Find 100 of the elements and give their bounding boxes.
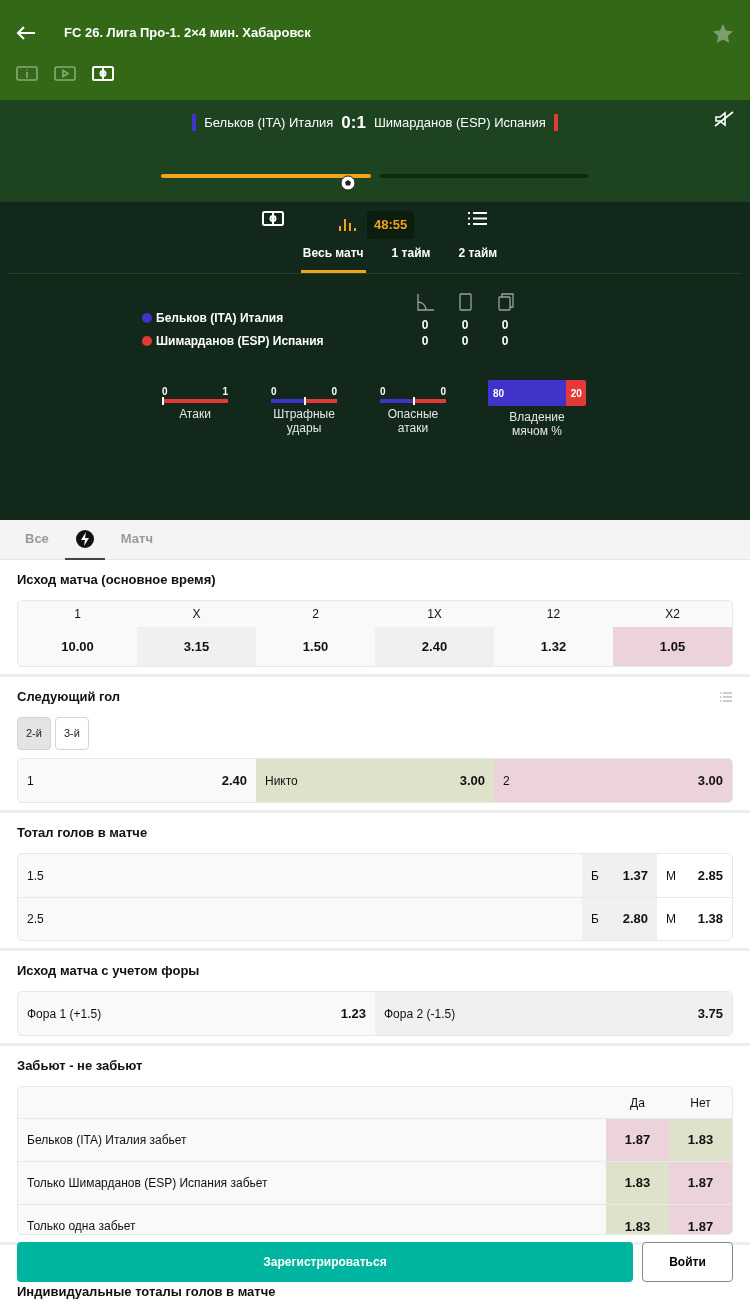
- odds-cell[interactable]: 2.40: [375, 627, 494, 666]
- market-title: Исход матча (основное время): [17, 572, 216, 588]
- bar-chart-icon[interactable]: [337, 216, 359, 233]
- market-title: Тотал голов в матче: [17, 825, 148, 841]
- cards-icon: [495, 292, 515, 312]
- odds-value: 2.80: [622, 910, 648, 929]
- odds-cell[interactable]: 1.87: [606, 1119, 669, 1161]
- stat-value: 0: [420, 332, 430, 350]
- odds-cell[interactable]: 10.00: [18, 627, 137, 666]
- outcome-label: Фора 2 (-1.5): [384, 1005, 456, 1023]
- outcome-label: 2: [311, 606, 320, 623]
- stat-label: Опасные атаки: [386, 407, 440, 436]
- market-title: Забьют - не забьют: [17, 1058, 143, 1074]
- odds-cell[interactable]: 1.83: [669, 1119, 732, 1161]
- odds-value: 1.23: [340, 1004, 366, 1023]
- odds-value: 1.37: [622, 866, 648, 885]
- page-title: FC 26. Лига Про-1. 2×4 мин. Хабаровск: [64, 24, 312, 43]
- outcome-label: 2: [503, 772, 510, 790]
- outcome-label: 1: [73, 606, 82, 623]
- possession-away: 20: [570, 386, 582, 401]
- odds-value: 1.38: [697, 910, 723, 929]
- odds-value: 3.00: [697, 771, 723, 790]
- odds-cell[interactable]: Б 2.80: [582, 898, 657, 940]
- odds-cell[interactable]: 1.83: [606, 1205, 669, 1234]
- team-name: Бельков (ITA) Италия: [204, 114, 334, 132]
- stat-label: Штрафные удары: [272, 407, 336, 436]
- stat-value: 0: [500, 316, 510, 334]
- muted-speaker-icon[interactable]: [714, 111, 734, 127]
- outcome-label: Фора 1 (+1.5): [27, 1005, 102, 1023]
- team-name: Шимарданов (ESP) Испания: [156, 332, 324, 350]
- over-label: Б: [591, 867, 599, 885]
- outcome-label: 1: [27, 772, 34, 790]
- odds-cell[interactable]: М 2.85: [657, 854, 732, 897]
- field-icon[interactable]: [262, 211, 284, 227]
- stat-number: 1: [222, 385, 228, 399]
- stat-number: 0: [162, 385, 168, 399]
- odds-cell[interactable]: Никто 3.00: [256, 759, 494, 802]
- match-timer: 48:55: [367, 211, 415, 239]
- outcome-label: Только одна забьет: [26, 1218, 137, 1233]
- odds-cell[interactable]: Фора 1 (+1.5) 1.23: [18, 992, 375, 1035]
- odds-cell[interactable]: 1.87: [669, 1162, 732, 1204]
- market-title: Следующий гол: [17, 689, 121, 705]
- column-header: Да: [629, 1094, 646, 1112]
- total-line: 2.5: [26, 911, 45, 928]
- total-line: 1.5: [26, 867, 45, 885]
- period-tab[interactable]: 2 тайм: [456, 236, 500, 273]
- column-header: Нет: [689, 1094, 712, 1112]
- field-tab-icon[interactable]: [92, 66, 114, 81]
- goal-option[interactable]: 3-й: [54, 717, 89, 750]
- stat-number: 0: [331, 385, 337, 399]
- stat-number: 0: [440, 385, 446, 399]
- list-icon[interactable]: [467, 211, 489, 227]
- outcome-label: Бельков (ITA) Италия забьет: [26, 1132, 188, 1149]
- odds-cell[interactable]: 1.32: [494, 627, 613, 666]
- market-title: Исход матча с учетом форы: [17, 963, 200, 979]
- stat-value: 0: [420, 316, 430, 334]
- under-label: М: [666, 867, 676, 885]
- stat-number: 0: [380, 385, 386, 399]
- stat-label: Владение мячом %: [508, 410, 566, 439]
- stat-number: 0: [271, 385, 277, 399]
- odds-cell[interactable]: 3.15: [137, 627, 256, 666]
- odds-cell[interactable]: Фора 2 (-1.5) 3.75: [375, 992, 732, 1035]
- star-icon[interactable]: [712, 22, 734, 44]
- outcome-label: X: [191, 606, 202, 623]
- score: 0:1: [341, 112, 366, 134]
- back-arrow-icon[interactable]: [16, 25, 36, 41]
- team-name: Бельков (ITA) Италия: [156, 309, 284, 327]
- outcome-label: 12: [545, 606, 562, 623]
- odds-value: 3.00: [459, 771, 485, 790]
- lightning-badge-icon: [74, 528, 95, 549]
- odds-cell[interactable]: 1.83: [606, 1162, 669, 1204]
- goal-option[interactable]: 2-й: [17, 717, 51, 750]
- odds-value: 2.85: [697, 866, 723, 885]
- odds-cell[interactable]: 2 3.00: [494, 759, 732, 802]
- period-tab[interactable]: 1 тайм: [389, 236, 433, 273]
- odds-cell[interactable]: 1 2.40: [18, 759, 256, 802]
- odds-cell[interactable]: 1.50: [256, 627, 375, 666]
- outcome-label: Только Шимарданов (ESP) Испания забьет: [26, 1175, 269, 1192]
- under-label: М: [666, 911, 676, 928]
- outcome-label: X2: [664, 606, 681, 623]
- odds-cell[interactable]: М 1.38: [657, 898, 732, 940]
- stat-value: 0: [460, 316, 470, 334]
- video-tab-icon[interactable]: [54, 66, 76, 81]
- possession-home: 80: [493, 386, 505, 401]
- outcome-label: Никто: [265, 772, 298, 790]
- over-label: Б: [591, 911, 599, 928]
- market-title: Индивидуальные тоталы голов в матче: [17, 1284, 276, 1300]
- odds-cell[interactable]: Б 1.37: [582, 854, 657, 897]
- team-name: Шимарданов (ESP) Испания: [373, 114, 546, 132]
- odds-cell[interactable]: 1.87: [669, 1205, 732, 1234]
- odds-cell[interactable]: 1.05: [613, 627, 732, 666]
- stat-value: 0: [500, 332, 510, 350]
- stat-value: 0: [460, 332, 470, 350]
- corner-flag-icon: [415, 292, 435, 312]
- period-tab[interactable]: Весь матч: [300, 236, 366, 273]
- odds-value: 3.75: [697, 1004, 723, 1023]
- soccer-ball-icon: [340, 175, 356, 191]
- outcome-label: 1X: [426, 606, 443, 623]
- stat-label: Атаки: [178, 407, 212, 422]
- login-button[interactable]: Войти: [642, 1242, 733, 1282]
